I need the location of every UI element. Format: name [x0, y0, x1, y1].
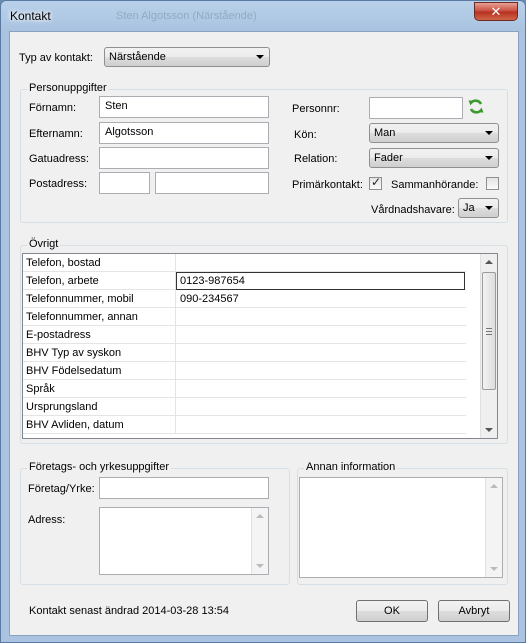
dialog-body: Typ av kontakt: Närstående Personuppgift… — [9, 31, 519, 636]
company-label: Företag/Yrke: — [28, 483, 95, 495]
street-field[interactable] — [99, 147, 269, 169]
first-name-field[interactable]: Sten — [99, 96, 269, 118]
contact-type-label: Typ av kontakt: — [19, 52, 93, 64]
notes-scrollbar[interactable] — [485, 478, 502, 577]
address-label: Adress: — [28, 514, 66, 526]
gender-value: Man — [374, 127, 396, 139]
close-button[interactable]: ✕ — [474, 2, 518, 21]
address-textarea[interactable] — [99, 507, 269, 575]
gender-label: Kön: — [294, 129, 317, 141]
other-title: Övrigt — [27, 238, 61, 250]
row-key: Telefon, bostad — [26, 257, 101, 269]
chevron-down-icon — [485, 156, 493, 160]
primary-contact-label: Primärkontakt: — [292, 179, 363, 191]
company-title: Företags- och yrkesuppgifter — [27, 461, 172, 473]
street-label: Gatuadress: — [29, 153, 89, 165]
scroll-up-icon[interactable] — [490, 484, 498, 488]
last-name-label: Efternamn: — [29, 128, 83, 140]
cancel-button[interactable]: Avbryt — [438, 600, 510, 622]
scroll-up-icon[interactable] — [256, 514, 264, 518]
guardian-select[interactable]: Ja — [458, 198, 499, 218]
other-grid-scrollbar[interactable] — [480, 254, 497, 438]
table-row[interactable]: Telefon, bostad — [23, 254, 466, 272]
chevron-down-icon — [485, 131, 493, 135]
first-name-label: Förnamn: — [29, 102, 77, 114]
table-row[interactable]: BHV Födelsedatum — [23, 362, 466, 380]
row-value-editor[interactable]: 0123-987654 — [176, 272, 465, 290]
postal-code-field[interactable] — [99, 172, 150, 194]
cohabiting-checkbox[interactable] — [486, 177, 499, 190]
scroll-up-icon[interactable] — [485, 260, 493, 264]
table-row[interactable]: E-postadress — [23, 326, 466, 344]
check-icon: ✓ — [371, 175, 382, 189]
row-key: BHV Födelsedatum — [26, 365, 122, 377]
guardian-value: Ja — [463, 202, 475, 214]
scrollbar-thumb[interactable] — [482, 272, 496, 390]
scroll-down-icon[interactable] — [256, 564, 264, 568]
row-key: BHV Avliden, datum — [26, 419, 124, 431]
personnr-label: Personnr: — [292, 103, 340, 115]
dialog-window: Kontakt Sten Algotsson (Närstående) ✕ Ty… — [0, 0, 526, 643]
postal-city-field[interactable] — [155, 172, 269, 194]
table-row[interactable]: Ursprungsland — [23, 398, 466, 416]
personal-info-title: Personuppgifter — [27, 82, 109, 94]
title-bar[interactable]: Kontakt Sten Algotsson (Närstående) ✕ — [1, 1, 525, 31]
table-row[interactable]: BHV Avliden, datum — [23, 416, 466, 434]
row-key: Språk — [26, 383, 55, 395]
gender-select[interactable]: Man — [369, 123, 499, 143]
table-row[interactable]: Telefonnummer, annan — [23, 308, 466, 326]
row-key: Telefonnummer, mobil — [26, 293, 134, 305]
row-value[interactable]: 090-234567 — [180, 293, 239, 305]
cohabiting-label: Sammanhörande: — [391, 179, 479, 191]
primary-contact-checkbox[interactable]: ✓ — [369, 175, 382, 190]
last-modified-status: Kontakt senast ändrad 2014-03-28 13:54 — [29, 605, 229, 617]
other-property-grid: Telefon, bostad Telefon, arbete 0123-987… — [22, 253, 498, 439]
relation-select[interactable]: Fader — [369, 148, 499, 168]
ok-button[interactable]: OK — [356, 600, 428, 622]
window-ghost-title: Sten Algotsson (Närstående) — [116, 10, 257, 22]
row-key: Telefonnummer, annan — [26, 311, 138, 323]
relation-value: Fader — [374, 152, 403, 164]
chevron-down-icon — [485, 206, 493, 210]
relation-label: Relation: — [294, 153, 338, 165]
refresh-icon[interactable] — [468, 98, 484, 115]
row-key: BHV Typ av syskon — [26, 347, 122, 359]
table-row[interactable]: Språk — [23, 380, 466, 398]
address-scrollbar[interactable] — [251, 508, 268, 574]
table-row[interactable]: Telefon, arbete 0123-987654 — [23, 272, 466, 290]
company-field[interactable] — [99, 477, 269, 499]
scroll-down-icon[interactable] — [485, 428, 493, 432]
chevron-down-icon — [256, 55, 264, 59]
table-row[interactable]: BHV Typ av syskon — [23, 344, 466, 362]
scroll-down-icon[interactable] — [490, 567, 498, 571]
contact-type-select[interactable]: Närstående — [104, 47, 270, 67]
postal-label: Postadress: — [29, 178, 88, 190]
notes-title: Annan information — [304, 461, 398, 473]
notes-textarea[interactable] — [299, 477, 503, 578]
table-row[interactable]: Telefonnummer, mobil 090-234567 — [23, 290, 466, 308]
row-key: E-postadress — [26, 329, 91, 341]
window-title: Kontakt — [10, 9, 51, 23]
row-key: Telefon, arbete — [26, 275, 99, 287]
last-name-field[interactable]: Algotsson — [99, 122, 269, 144]
close-icon: ✕ — [490, 4, 502, 19]
personnr-field[interactable] — [369, 97, 463, 119]
row-key: Ursprungsland — [26, 401, 98, 413]
guardian-label: Vårdnadshavare: — [371, 204, 455, 216]
contact-type-value: Närstående — [109, 51, 166, 63]
